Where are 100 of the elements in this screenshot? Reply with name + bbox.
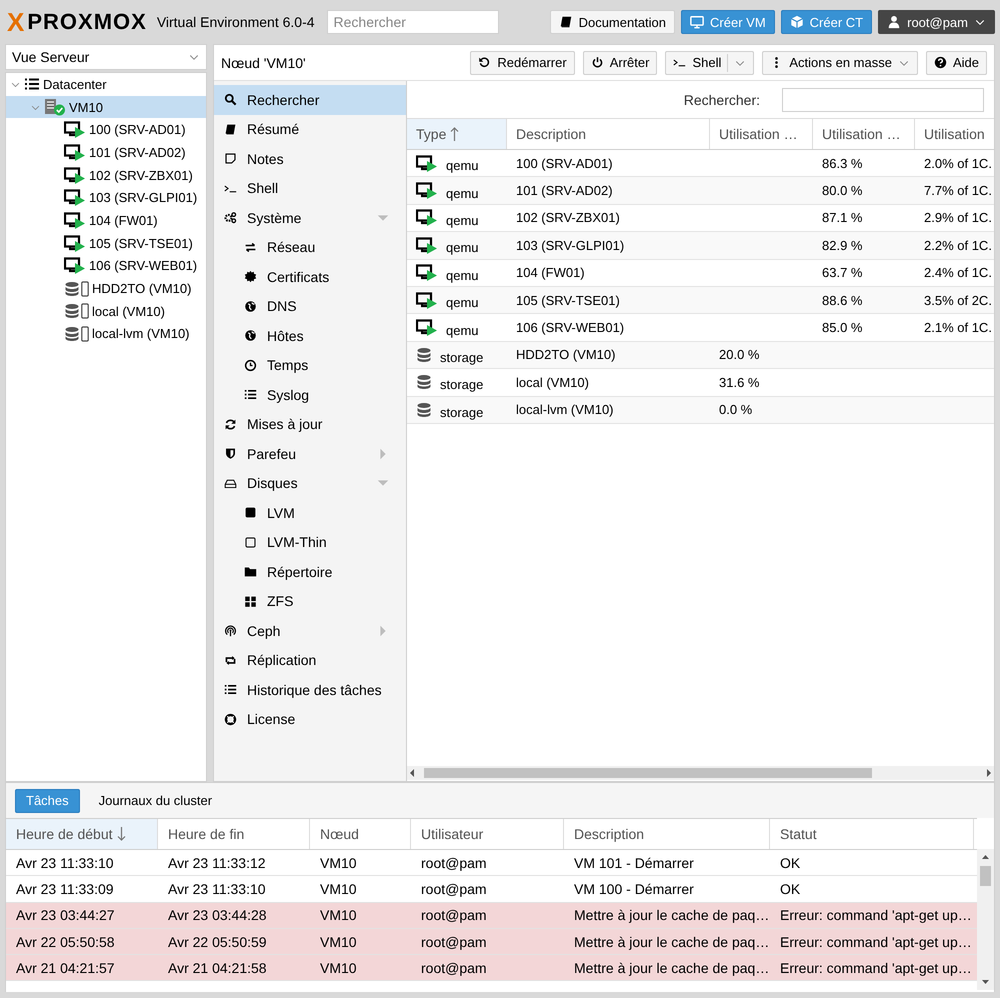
nav-item[interactable]: LVM bbox=[214, 498, 406, 528]
toolbar-button[interactable]: Actions en masse bbox=[762, 50, 918, 74]
nav-item[interactable]: Réplication bbox=[214, 646, 406, 675]
tree-item[interactable]: VM10 bbox=[6, 96, 206, 118]
tree-item[interactable]: 105 (SRV-TSE01) bbox=[6, 232, 206, 254]
book-icon bbox=[224, 122, 237, 136]
task-row[interactable]: Avr 22 05:50:58 Avr 22 05:50:59 VM10 root@pam Mettre à jour le cache de paq… Erreur: command 'apt-get up… bbox=[6, 928, 977, 956]
nav-item[interactable]: Répertoire bbox=[214, 557, 406, 586]
table-row[interactable]: storage HDD2TO (VM10) 20.0 % bbox=[407, 342, 994, 370]
column-header[interactable]: Utilisateur bbox=[411, 819, 564, 849]
toolbar-button[interactable]: Redémarrer bbox=[470, 50, 575, 74]
list-icon bbox=[224, 683, 237, 696]
task-row[interactable]: Avr 23 11:33:10 Avr 23 11:33:12 VM10 root@pam VM 101 - Démarrer OK bbox=[6, 850, 977, 876]
table-cell: 106 (SRV-WEB01) bbox=[516, 320, 624, 336]
column-header[interactable]: Utilisation bbox=[915, 119, 994, 149]
square-icon bbox=[244, 506, 257, 520]
column-header[interactable]: Description bbox=[564, 819, 770, 849]
search-field[interactable]: Rechercher bbox=[326, 10, 499, 34]
column-header[interactable]: Heure de début bbox=[6, 819, 158, 849]
retweet-icon bbox=[224, 654, 237, 667]
table-cell: Avr 22 05:50:58 bbox=[16, 934, 115, 950]
nav-item[interactable]: Notes bbox=[214, 144, 406, 174]
nav-item[interactable]: Rechercher bbox=[214, 85, 406, 114]
table-cell: 31.6 % bbox=[719, 374, 760, 390]
column-header[interactable]: Nœud bbox=[310, 819, 411, 849]
tree-item[interactable]: 103 (SRV-GLPI01) bbox=[6, 186, 206, 210]
column-header[interactable]: Heure de fin bbox=[158, 819, 310, 849]
table-cell: 105 (SRV-TSE01) bbox=[516, 292, 620, 308]
nav-item[interactable]: Hôtes bbox=[214, 321, 406, 350]
nav-item[interactable]: ZFS bbox=[214, 586, 406, 616]
table-cell: VM 100 - Démarrer bbox=[574, 880, 694, 897]
nav-item[interactable]: Mises à jour bbox=[214, 410, 406, 439]
tree-item[interactable]: Datacenter bbox=[6, 73, 206, 96]
nav-item[interactable]: Parefeu bbox=[214, 439, 406, 468]
table-cell: 100 (SRV-AD01) bbox=[516, 156, 613, 171]
toolbar-button[interactable]: Aide bbox=[926, 50, 987, 74]
table-cell: VM10 bbox=[320, 880, 357, 897]
task-row[interactable]: Avr 23 03:44:27 Avr 23 03:44:28 VM10 root@pam Mettre à jour le cache de paq… Erreur: command 'apt-get up… bbox=[6, 902, 977, 929]
vertical-scrollbar[interactable] bbox=[977, 849, 994, 990]
vm-icon bbox=[416, 319, 438, 336]
table-cell: Avr 23 11:33:10 bbox=[168, 880, 266, 897]
table-cell: 2.2% of 1C. bbox=[924, 238, 992, 253]
tab[interactable]: Journaux du cluster bbox=[88, 788, 224, 812]
tree-item[interactable]: 100 (SRV-AD01) bbox=[6, 118, 206, 142]
view-selector[interactable]: Vue Serveur bbox=[5, 44, 207, 70]
table-row[interactable]: storage local-lvm (VM10) 0.0 % bbox=[407, 396, 994, 424]
nav-item[interactable]: Système bbox=[214, 203, 406, 232]
vm-icon bbox=[416, 154, 438, 172]
tree-item[interactable]: HDD2TO (VM10) bbox=[6, 277, 206, 300]
tree-item[interactable]: 104 (FW01) bbox=[6, 209, 206, 232]
tree-item[interactable]: local-lvm (VM10) bbox=[6, 322, 206, 346]
column-header[interactable]: Description bbox=[507, 119, 710, 149]
nav-item[interactable]: Disques bbox=[214, 468, 406, 498]
table-cell: 101 (SRV-AD02) bbox=[516, 183, 613, 198]
table-row[interactable]: qemu 101 (SRV-AD02) 80.0 % 7.7% of 1C. bbox=[407, 177, 994, 205]
table-cell: 2.9% of 1C. bbox=[924, 210, 992, 226]
task-row[interactable]: Avr 21 04:21:57 Avr 21 04:21:58 VM10 root@pam Mettre à jour le cache de paq… Erreur: command 'apt-get up… bbox=[6, 955, 977, 982]
nav-item[interactable]: Temps bbox=[214, 350, 406, 380]
column-header[interactable]: Statut bbox=[770, 819, 974, 849]
storage-icon bbox=[416, 402, 432, 418]
table-cell: 86.3 % bbox=[822, 156, 862, 171]
nav-item[interactable]: DNS bbox=[214, 292, 406, 321]
nav-item[interactable]: Shell bbox=[214, 174, 406, 203]
table-cell-text: qemu bbox=[446, 266, 479, 283]
badge-icon bbox=[244, 270, 257, 284]
column-header[interactable]: Type bbox=[407, 119, 507, 149]
nav-item[interactable]: Ceph bbox=[214, 616, 406, 646]
table-cell: VM10 bbox=[320, 854, 357, 871]
nav-item[interactable]: Syslog bbox=[214, 380, 406, 410]
toolbar-button[interactable]: Arrêter bbox=[582, 50, 658, 74]
clock-icon bbox=[244, 358, 257, 372]
table-cell-text: qemu bbox=[446, 157, 479, 174]
header-button[interactable]: Documentation bbox=[550, 10, 676, 34]
table-cell: 82.9 % bbox=[822, 238, 862, 253]
nav-item[interactable]: License bbox=[214, 704, 406, 734]
tree-item[interactable]: 102 (SRV-ZBX01) bbox=[6, 164, 206, 186]
nav-item[interactable]: Certificats bbox=[214, 262, 406, 292]
table-cell: 2.0% of 1C. bbox=[924, 156, 992, 171]
toolbar-button[interactable]: Shell bbox=[665, 50, 754, 74]
search-field[interactable] bbox=[782, 88, 984, 112]
table-row[interactable]: qemu 105 (SRV-TSE01) 88.6 % 3.5% of 2C. bbox=[407, 286, 994, 314]
column-header[interactable]: Utilisation … bbox=[710, 119, 813, 149]
table-row[interactable]: qemu 103 (SRV-GLPI01) 82.9 % 2.2% of 1C. bbox=[407, 232, 994, 260]
table-cell-text: qemu bbox=[446, 322, 479, 338]
table-cell-text: storage bbox=[440, 404, 484, 420]
nav-item[interactable]: Réseau bbox=[214, 232, 406, 262]
nav-item[interactable]: Historique des tâches bbox=[214, 675, 406, 704]
signal-icon bbox=[224, 624, 237, 638]
logo: X PROXMOX bbox=[7, 6, 147, 38]
user-menu-button[interactable]: root@pam bbox=[878, 10, 995, 34]
nav-item[interactable]: Résumé bbox=[214, 114, 406, 144]
nav-item[interactable]: LVM-Thin bbox=[214, 528, 406, 557]
table-cell: OK bbox=[780, 854, 800, 871]
panel-title: Nœud 'VM10' bbox=[221, 54, 307, 70]
refresh-icon bbox=[224, 418, 237, 431]
tree-item[interactable]: local (VM10) bbox=[6, 300, 206, 323]
tree-item[interactable]: 101 (SRV-AD02) bbox=[6, 141, 206, 164]
tree-item[interactable]: 106 (SRV-WEB01) bbox=[6, 254, 206, 278]
column-header[interactable]: Utilisation … bbox=[813, 119, 915, 149]
table-cell: VM10 bbox=[320, 907, 357, 924]
